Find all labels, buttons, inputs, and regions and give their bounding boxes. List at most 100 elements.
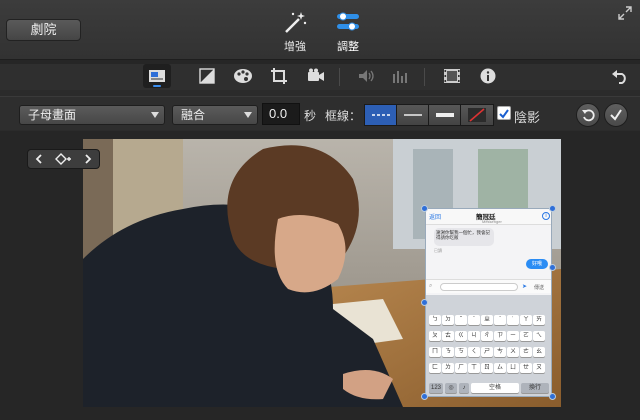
- adjustment-toolbar: [0, 64, 640, 90]
- keyboard-key: ㄌ: [442, 363, 454, 373]
- duration-unit: 秒: [304, 109, 317, 123]
- magic-wand-icon: [285, 12, 307, 33]
- undo-icon[interactable]: [606, 64, 634, 88]
- fullscreen-icon[interactable]: [618, 6, 632, 20]
- keyboard-key: ㄇ: [429, 347, 441, 357]
- resize-handle[interactable]: [421, 393, 428, 400]
- chevron-down-icon: [151, 112, 159, 118]
- theater-button[interactable]: 劇院: [6, 19, 81, 41]
- keyboard-key: ㄆ: [429, 331, 441, 341]
- apply-button[interactable]: [604, 103, 628, 127]
- clip-navigation: [27, 149, 100, 169]
- shadow-checkbox[interactable]: [497, 106, 511, 120]
- reset-icon: [582, 109, 595, 122]
- resize-handle[interactable]: [421, 299, 428, 306]
- pip-controls-bar: 子母畫面 融合 0.0 秒 框線： 陰影: [0, 96, 640, 130]
- transition-select[interactable]: 融合: [172, 105, 258, 125]
- border-dashed-button[interactable]: [365, 105, 397, 125]
- keyboard-key: ㄞ: [533, 315, 545, 325]
- volume-icon[interactable]: [353, 64, 381, 88]
- keyboard-key: ㄧ: [507, 331, 519, 341]
- keyboard-key: ㄩ: [507, 363, 519, 373]
- color-balance-icon[interactable]: [193, 64, 221, 88]
- keyboard-key: ㄏ: [455, 363, 467, 373]
- resize-handle[interactable]: [549, 393, 556, 400]
- keyboard-key: ㄗ: [494, 331, 506, 341]
- keyboard-key: ㄘ: [494, 347, 506, 357]
- equalizer-icon[interactable]: [387, 64, 415, 88]
- keyboard-key: ㄒ: [468, 363, 480, 373]
- border-thick-button[interactable]: [429, 105, 461, 125]
- message-input: [440, 283, 518, 291]
- keyboard-key: ㄅ: [429, 315, 441, 325]
- keyboard-key: ㄓ: [481, 315, 493, 325]
- keyboard-key: ㄟ: [533, 331, 545, 341]
- resize-handle[interactable]: [549, 205, 556, 212]
- border-thin-button[interactable]: [397, 105, 429, 125]
- keyboard-key: ㄡ: [533, 363, 545, 373]
- sliders-icon: [337, 12, 359, 31]
- adjust-button[interactable]: 調整: [328, 10, 368, 56]
- layout-select[interactable]: 子母畫面: [19, 105, 165, 125]
- keyboard-key: ㄐ: [468, 331, 480, 341]
- stabilization-icon[interactable]: [302, 64, 330, 88]
- enhance-label: 增強: [284, 41, 306, 53]
- info-icon[interactable]: [474, 64, 502, 88]
- keyboard-key: ㄍ: [455, 331, 467, 341]
- keyboard: ㄅ ㄉ ˇ ˋ ㄓ ˊ ˙ ㄚ ㄞ ㄆ ㄊ ㄍ ㄐ ㄔ ㄗ ㄧ ㄛ ㄟ ㄇ ㄋ …: [426, 295, 551, 396]
- messenger-header: 返回 簡冠廷 Messenger i: [426, 209, 551, 225]
- chevron-down-icon: [244, 112, 252, 118]
- toolbar-divider: [339, 68, 340, 86]
- return-key: 換行: [521, 383, 549, 393]
- chevron-left-icon[interactable]: [34, 154, 44, 164]
- keyboard-key: ㄠ: [533, 347, 545, 357]
- contact-subtitle: Messenger: [482, 219, 502, 224]
- keyboard-key: ㄛ: [520, 331, 532, 341]
- keyboard-key: ㄙ: [494, 363, 506, 373]
- toolbar-divider: [424, 68, 425, 86]
- duration-field[interactable]: 0.0: [262, 103, 300, 125]
- border-color-button[interactable]: [461, 105, 493, 125]
- message-bubble: 謝謝你幫我一個忙，我會記得請你吃飯: [434, 228, 494, 246]
- pip-overlay[interactable]: 返回 簡冠廷 Messenger i 謝謝你幫我一個忙，我會記得請你吃飯 已讀 …: [425, 208, 552, 397]
- enhance-button[interactable]: 增強: [275, 10, 315, 56]
- top-bar: 劇院 增強 調整: [0, 0, 640, 60]
- keyboard-key: ㄨ: [507, 347, 519, 357]
- keyboard-key: ㄔ: [481, 331, 493, 341]
- compose-bar: ⌕ ➤ 傳送: [426, 279, 551, 293]
- paperclip-icon: ⌕: [429, 283, 433, 289]
- border-label: 框線：: [325, 109, 362, 123]
- color-correction-icon[interactable]: [229, 64, 257, 88]
- keyboard-key: ˊ: [494, 315, 506, 325]
- resize-handle[interactable]: [549, 264, 556, 271]
- reply-bubble: 好哦: [526, 259, 548, 269]
- space-key: 空格: [471, 383, 519, 393]
- adjust-label: 調整: [337, 41, 359, 53]
- microphone-icon: ♪: [459, 383, 469, 393]
- back-button: 返回: [429, 215, 442, 221]
- chevron-right-icon[interactable]: [83, 154, 93, 164]
- keyboard-key: ㄊ: [442, 331, 454, 341]
- keyboard-key: ˙: [507, 315, 519, 325]
- shadow-label: 陰影: [514, 110, 541, 125]
- keyboard-key: ㄎ: [455, 347, 467, 357]
- keyboard-key: ㄜ: [520, 347, 532, 357]
- crop-icon[interactable]: [265, 64, 293, 88]
- keyboard-key: ㄑ: [468, 347, 480, 357]
- transition-select-value: 融合: [181, 108, 206, 122]
- checkmark-icon: [499, 109, 509, 119]
- seen-status: 已讀: [434, 248, 442, 253]
- keyboard-key: ˇ: [455, 315, 467, 325]
- resize-handle[interactable]: [421, 205, 428, 212]
- picture-in-picture-icon[interactable]: [143, 64, 171, 88]
- clip-filter-icon[interactable]: [438, 64, 466, 88]
- reset-button[interactable]: [576, 103, 600, 127]
- globe-icon: ◎: [445, 383, 457, 393]
- checkmark-icon: [610, 109, 622, 121]
- keyboard-key: ˋ: [468, 315, 480, 325]
- keyboard-key: ㄝ: [520, 363, 532, 373]
- keyboard-key: ㄈ: [429, 363, 441, 373]
- border-style-segmented: [364, 104, 494, 126]
- info-icon: i: [542, 212, 550, 220]
- add-keyframe-icon[interactable]: [55, 153, 72, 165]
